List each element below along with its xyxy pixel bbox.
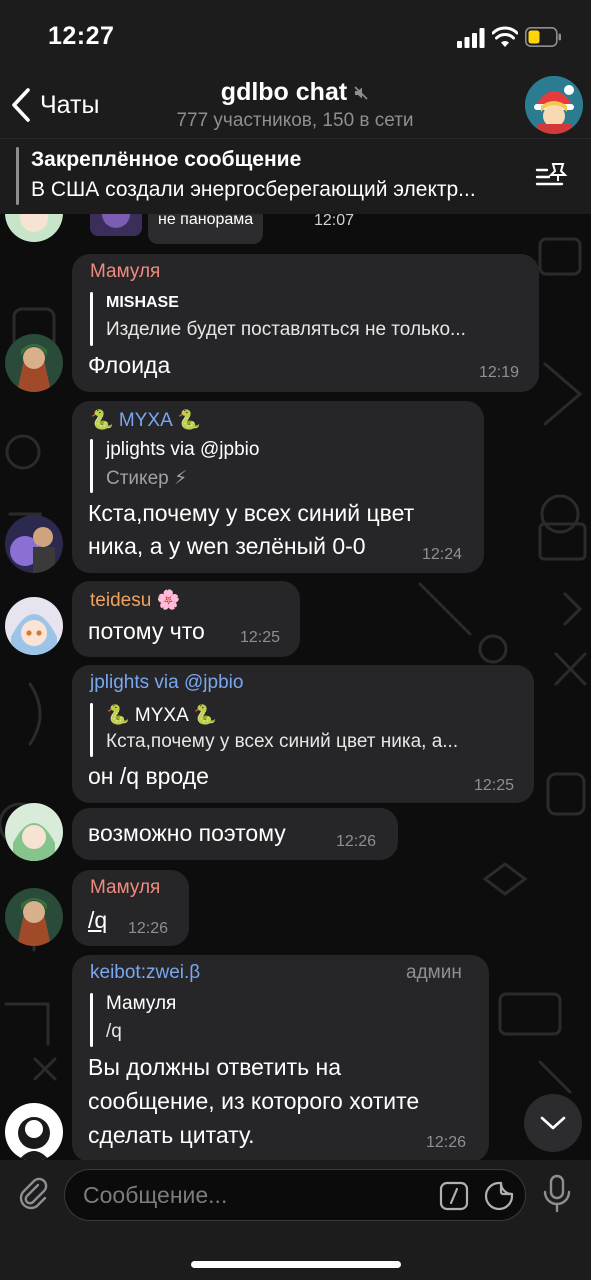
- message-text: он /q вроде: [88, 763, 209, 789]
- wifi-icon: [492, 26, 518, 47]
- reply-sender: jplights via @jpbio: [106, 439, 260, 460]
- battery-icon: [525, 27, 561, 47]
- sender-name[interactable]: teidesu 🌸: [90, 588, 180, 612]
- pin-list-icon[interactable]: [534, 161, 570, 191]
- message-text: ника, а у wen зелёный 0-0: [88, 533, 366, 559]
- message-time: 12:25: [240, 629, 281, 646]
- mic-icon[interactable]: [541, 1174, 573, 1214]
- back-button[interactable]: Чаты: [10, 86, 99, 124]
- message-bubble[interactable]: keibot:zwei.β админ Мамуля /q Вы должны …: [72, 955, 489, 1160]
- pin-indicator: [16, 147, 19, 205]
- sender-name[interactable]: jplights via @jpbio: [90, 672, 243, 694]
- reply-sender: Мамуля: [106, 993, 177, 1014]
- message-time: 12:26: [336, 833, 377, 850]
- back-label: Чаты: [40, 90, 100, 119]
- chevron-down-icon: [540, 1116, 566, 1130]
- message-list[interactable]: не панорама 12:07 Мамуля MISHASE Изделие…: [0, 214, 591, 1160]
- scroll-down-button[interactable]: [524, 1094, 582, 1152]
- message-bubble[interactable]: не панорама: [148, 214, 263, 244]
- message-text: возможно поэтому: [88, 820, 286, 846]
- pinned-text: В США создали энергосберегающий электр..…: [31, 178, 476, 201]
- message-time: 12:07: [314, 214, 355, 229]
- sender-name[interactable]: 🐍 MYXA 🐍: [90, 408, 201, 432]
- sender-name[interactable]: keibot:zwei.β: [90, 962, 200, 984]
- message-time: 12:24: [422, 546, 463, 563]
- avatar[interactable]: [5, 515, 63, 573]
- message-time: 12:19: [479, 364, 520, 381]
- command-icon[interactable]: [439, 1181, 469, 1211]
- message-bubble[interactable]: 🐍 MYXA 🐍 jplights via @jpbio Стикер ⚡ Кс…: [72, 401, 484, 573]
- sticker-icon[interactable]: [483, 1180, 515, 1212]
- message-bubble[interactable]: возможно поэтому 12:26: [72, 808, 398, 860]
- message-text: Кста,почему у всех синий цвет: [88, 500, 415, 526]
- reply-preview[interactable]: MISHASE Изделие будет поставляться не то…: [90, 292, 520, 348]
- reply-text: Изделие будет поставляться не только...: [106, 319, 466, 340]
- chat-header: Чаты gdlbo chat 777 участников, 150 в се…: [0, 72, 591, 138]
- sender-name[interactable]: Мамуля: [90, 877, 160, 899]
- message-field[interactable]: [64, 1169, 526, 1221]
- avatar[interactable]: [5, 888, 63, 946]
- pinned-message-bar[interactable]: Закреплённое сообщение В США создали эне…: [0, 138, 591, 214]
- reply-text: Кста,почему у всех синий цвет ника, а...: [106, 731, 459, 752]
- reply-preview[interactable]: jplights via @jpbio Стикер ⚡: [90, 439, 470, 495]
- back-icon: [12, 88, 30, 122]
- chat-title-area[interactable]: gdlbo chat 777 участников, 150 в сети: [130, 78, 460, 132]
- message-input[interactable]: [83, 1180, 423, 1210]
- mute-icon: [354, 85, 368, 100]
- message-time: 12:26: [128, 920, 169, 937]
- message-time: 12:26: [426, 1134, 467, 1151]
- pinned-title: Закреплённое сообщение: [31, 148, 302, 171]
- reply-preview[interactable]: 🐍 MYXA 🐍 Кста,почему у всех синий цвет н…: [90, 703, 520, 759]
- reply-sender: 🐍 MYXA 🐍: [106, 705, 217, 726]
- reply-sender: MISHASE: [106, 294, 179, 311]
- chat-avatar[interactable]: [525, 76, 583, 134]
- reply-text: Стикер ⚡: [106, 468, 188, 489]
- message-bubble[interactable]: teidesu 🌸 потому что 12:25: [72, 581, 300, 657]
- chat-subtitle: 777 участников, 150 в сети: [176, 110, 414, 131]
- avatar[interactable]: [90, 214, 142, 236]
- message-text: Флоида: [88, 352, 171, 378]
- avatar[interactable]: [5, 803, 63, 861]
- status-bar: 12:27: [0, 0, 591, 72]
- message-time: 12:25: [474, 777, 515, 794]
- signal-icon: [457, 28, 485, 48]
- message-text: сообщение, из которого хотите: [88, 1088, 420, 1114]
- message-text: не панорама: [158, 214, 254, 228]
- reply-preview[interactable]: Мамуля /q: [90, 993, 470, 1049]
- reply-text: /q: [106, 1021, 122, 1042]
- home-indicator: [191, 1261, 401, 1268]
- chat-title: gdlbo chat: [220, 78, 348, 106]
- message-bubble[interactable]: jplights via @jpbio 🐍 MYXA 🐍 Кста,почему…: [72, 665, 534, 803]
- message-bubble[interactable]: Мамуля MISHASE Изделие будет поставлятьс…: [72, 254, 539, 392]
- status-time: 12:27: [48, 22, 115, 50]
- message-text: сделать цитату.: [88, 1122, 255, 1148]
- message-bubble[interactable]: Мамуля /q 12:26: [72, 870, 189, 946]
- avatar[interactable]: [5, 597, 63, 655]
- avatar[interactable]: [5, 334, 63, 392]
- message-text: потому что: [88, 618, 205, 644]
- attach-icon[interactable]: [16, 1176, 50, 1210]
- avatar[interactable]: [5, 1103, 63, 1160]
- message-text: /q: [88, 907, 108, 933]
- admin-badge: админ: [406, 962, 462, 983]
- message-text: Вы должны ответить на: [88, 1054, 341, 1080]
- sender-name[interactable]: Мамуля: [90, 261, 160, 283]
